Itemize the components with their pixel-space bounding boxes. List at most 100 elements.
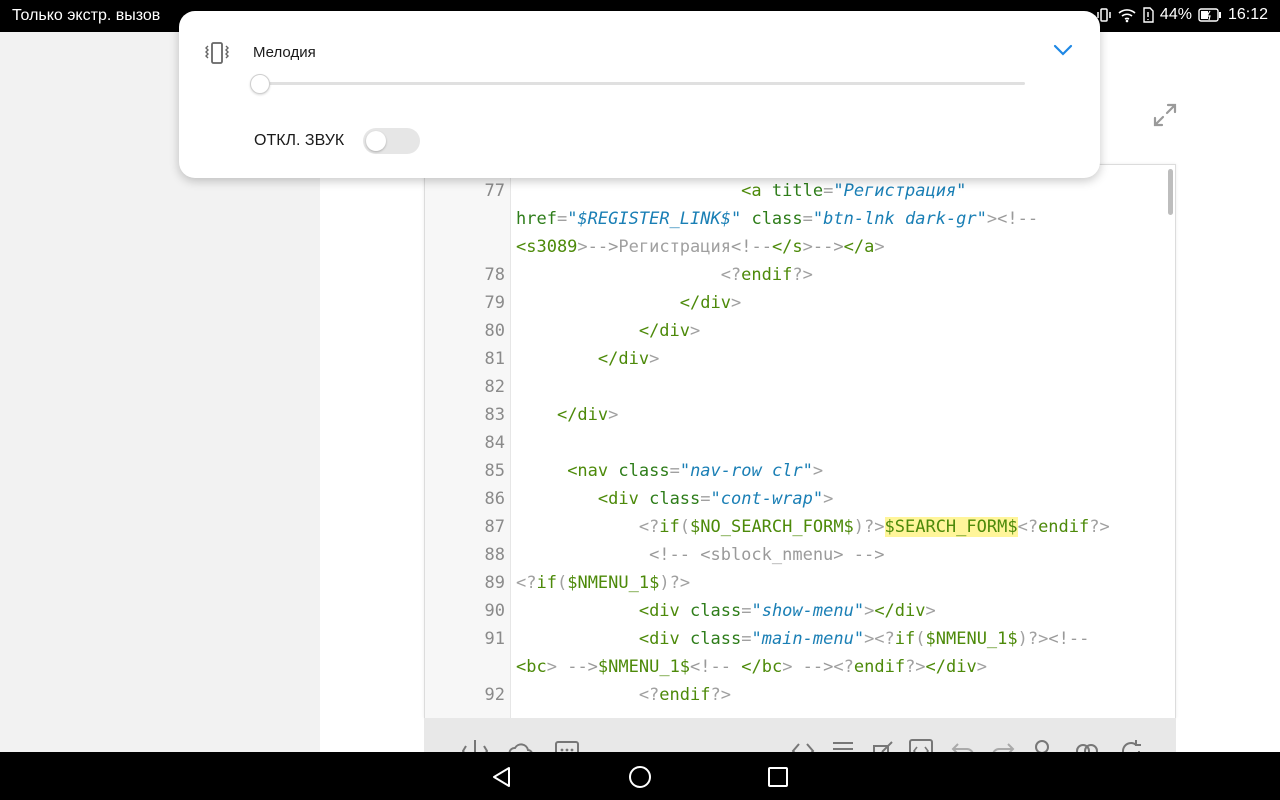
line-number: 90 bbox=[484, 601, 505, 621]
line-number: 87 bbox=[484, 517, 505, 537]
vibrate-icon bbox=[205, 42, 229, 64]
undo-icon bbox=[951, 743, 974, 752]
line-number: 85 bbox=[484, 461, 505, 481]
split-icon bbox=[461, 740, 489, 752]
recent-square-icon bbox=[768, 767, 788, 787]
undo-button[interactable] bbox=[950, 738, 976, 752]
code-text[interactable]: <div class="main-menu"><?if($NMENU_1$)?>… bbox=[516, 625, 1089, 653]
line-number: 86 bbox=[484, 489, 505, 509]
line-number: 81 bbox=[484, 349, 505, 369]
code-text[interactable]: <nav class="nav-row clr"> bbox=[516, 457, 823, 485]
wifi-icon bbox=[1118, 7, 1136, 23]
edit-icon bbox=[873, 741, 893, 752]
code-lines[interactable]: 77 <a title="Регистрация" href="$REGISTER… bbox=[425, 177, 1175, 709]
terminal-button[interactable] bbox=[554, 738, 580, 752]
refresh-icon bbox=[1122, 740, 1141, 752]
carrier-status-text: Только экстр. вызов bbox=[12, 7, 161, 24]
code-text[interactable]: <a title="Регистрация" bbox=[516, 177, 966, 205]
code-line[interactable]: 80 </div> bbox=[425, 317, 1175, 345]
code-line[interactable]: 81 </div> bbox=[425, 345, 1175, 373]
chevron-down-icon bbox=[1053, 44, 1073, 56]
code-text[interactable]: </div> bbox=[516, 401, 618, 429]
status-icons: 44% 16:12 bbox=[1096, 6, 1268, 24]
code-line[interactable]: 85 <nav class="nav-row clr"> bbox=[425, 457, 1175, 485]
home-button[interactable] bbox=[627, 764, 653, 790]
code-icon bbox=[791, 743, 815, 752]
line-number: 92 bbox=[484, 685, 505, 705]
code-line[interactable]: 77 <a title="Регистрация" bbox=[425, 177, 1175, 205]
line-number: 89 bbox=[484, 573, 505, 593]
line-number: 79 bbox=[484, 293, 505, 313]
preview-button[interactable] bbox=[908, 738, 934, 752]
code-line[interactable]: 88 <!-- <sblock_nmenu> --> bbox=[425, 541, 1175, 569]
code-line[interactable]: href="$REGISTER_LINK$" class="btn-lnk da… bbox=[425, 205, 1175, 233]
code-tag-button[interactable] bbox=[790, 738, 816, 752]
line-number: 84 bbox=[484, 433, 505, 453]
line-number: 80 bbox=[484, 321, 505, 341]
palette-button[interactable] bbox=[1074, 738, 1100, 752]
code-line[interactable]: <s3089>-->Регистрация<!--</s>--></a> bbox=[425, 233, 1175, 261]
mute-toggle-knob bbox=[366, 131, 386, 151]
expand-icon bbox=[1153, 103, 1177, 127]
clock: 16:12 bbox=[1227, 6, 1268, 23]
code-line[interactable]: 83 </div> bbox=[425, 401, 1175, 429]
code-line[interactable]: 78 <?endif?> bbox=[425, 261, 1175, 289]
code-line[interactable]: 92 <?endif?> bbox=[425, 681, 1175, 709]
code-line[interactable]: 89 <?if($NMENU_1$)?> bbox=[425, 569, 1175, 597]
code-text[interactable]: <?endif?> bbox=[516, 681, 731, 709]
code-line[interactable]: 82 bbox=[425, 373, 1175, 401]
line-number: 78 bbox=[484, 265, 505, 285]
back-triangle-icon bbox=[493, 767, 510, 787]
fullscreen-button[interactable] bbox=[1150, 100, 1180, 130]
editor-scrollbar[interactable] bbox=[1168, 169, 1173, 215]
ringer-mode-button[interactable] bbox=[203, 41, 231, 65]
code-text[interactable]: <!-- <sblock_nmenu> --> bbox=[516, 541, 884, 569]
format-button[interactable] bbox=[830, 738, 856, 752]
code-text[interactable]: <?endif?> bbox=[516, 261, 813, 289]
redo-icon bbox=[992, 743, 1015, 752]
code-line[interactable]: 91 <div class="main-menu"><?if($NMENU_1$… bbox=[425, 625, 1175, 653]
code-line[interactable]: 87 <?if($NO_SEARCH_FORM$)?>$SEARCH_FORM$… bbox=[425, 513, 1175, 541]
code-line[interactable]: <bc> -->$NMENU_1$<!-- </bc> --><?endif?>… bbox=[425, 653, 1175, 681]
battery-icon bbox=[1198, 8, 1222, 22]
split-view-button[interactable] bbox=[461, 738, 489, 752]
line-number: 88 bbox=[484, 545, 505, 565]
line-number: 91 bbox=[484, 629, 505, 649]
cloud-icon bbox=[508, 743, 533, 752]
mute-toggle[interactable] bbox=[363, 128, 420, 154]
code-editor[interactable]: 77 <a title="Регистрация" href="$REGISTER… bbox=[424, 164, 1176, 718]
back-button[interactable] bbox=[489, 764, 515, 790]
battery-percent: 44% bbox=[1159, 6, 1192, 23]
edit-button[interactable] bbox=[870, 738, 896, 752]
search-button[interactable] bbox=[1030, 738, 1056, 752]
line-number: 83 bbox=[484, 405, 505, 425]
code-text[interactable]: <s3089>-->Регистрация<!--</s>--></a> bbox=[516, 233, 885, 261]
volume-slider-thumb[interactable] bbox=[250, 74, 270, 94]
code-text[interactable]: <div class="cont-wrap"> bbox=[516, 485, 833, 513]
code-text[interactable]: href="$REGISTER_LINK$" class="btn-lnk da… bbox=[516, 205, 1038, 233]
code-line[interactable]: 79 </div> bbox=[425, 289, 1175, 317]
code-text[interactable]: <?if($NO_SEARCH_FORM$)?>$SEARCH_FORM$<?e… bbox=[516, 513, 1110, 541]
cloud-button[interactable] bbox=[508, 738, 534, 752]
code-line[interactable]: 90 <div class="show-menu"></div> bbox=[425, 597, 1175, 625]
refresh-button[interactable] bbox=[1118, 738, 1144, 752]
code-text[interactable]: </div> bbox=[516, 317, 700, 345]
line-number: 82 bbox=[484, 377, 505, 397]
code-text[interactable]: </div> bbox=[516, 345, 659, 373]
ringtone-volume-slider[interactable] bbox=[255, 82, 1025, 85]
code-text[interactable]: <?if($NMENU_1$)?> bbox=[516, 569, 690, 597]
palette-icon bbox=[1076, 744, 1098, 752]
code-text[interactable]: <bc> -->$NMENU_1$<!-- </bc> --><?endif?>… bbox=[516, 653, 987, 681]
recent-apps-button[interactable] bbox=[765, 764, 791, 790]
terminal-icon bbox=[555, 741, 579, 752]
code-text[interactable]: <div class="show-menu"></div> bbox=[516, 597, 936, 625]
code-line[interactable]: 86 <div class="cont-wrap"> bbox=[425, 485, 1175, 513]
home-circle-icon bbox=[629, 766, 651, 788]
redo-button[interactable] bbox=[990, 738, 1016, 752]
expand-volume-button[interactable] bbox=[1052, 43, 1074, 57]
code-line[interactable]: 84 bbox=[425, 429, 1175, 457]
mute-label: ОТКЛ. ЗВУК bbox=[254, 132, 345, 149]
sim-icon bbox=[1142, 7, 1154, 23]
code-text[interactable]: </div> bbox=[516, 289, 741, 317]
line-number: 77 bbox=[484, 181, 505, 201]
